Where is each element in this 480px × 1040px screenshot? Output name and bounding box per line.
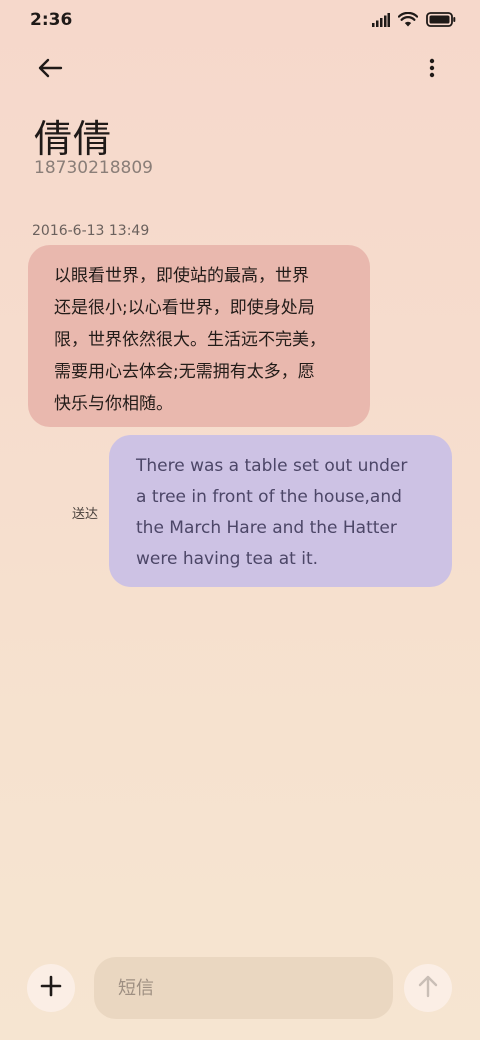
delivery-status: 送达 <box>72 507 99 522</box>
send-arrow-icon <box>417 974 439 1002</box>
outgoing-message-line: the March Hare and the Hatter <box>136 518 397 538</box>
battery-icon <box>426 12 456 27</box>
incoming-message-line: 以眼看世界，即使站的最高，世界 <box>54 266 309 286</box>
incoming-message-bubble[interactable]: 以眼看世界，即使站的最高，世界 还是很小;以心看世界，即使身处局 限，世界依然很… <box>28 245 370 427</box>
outgoing-message-line: a tree in front of the house,and <box>136 487 402 507</box>
message-input[interactable] <box>94 957 393 1019</box>
wifi-icon <box>398 12 418 27</box>
signal-icon <box>372 12 390 27</box>
more-options-button[interactable] <box>420 52 444 88</box>
outgoing-message-line: There was a table set out under <box>136 456 408 476</box>
more-vertical-icon <box>429 58 435 82</box>
status-time: 2:36 <box>30 10 73 30</box>
contact-number: 18730218809 <box>34 158 153 178</box>
contact-name: 倩倩 <box>34 117 113 161</box>
back-button[interactable] <box>26 52 74 88</box>
incoming-message-line: 需要用心去体会;无需拥有太多，愿 <box>54 362 315 382</box>
back-arrow-icon <box>37 58 63 82</box>
plus-icon <box>40 975 62 1001</box>
add-attachment-button[interactable] <box>27 964 75 1012</box>
status-bar: 2:36 <box>0 0 480 44</box>
incoming-message-line: 快乐与你相随。 <box>54 394 173 414</box>
incoming-message-line: 限，世界依然很大。生活远不完美， <box>54 330 326 350</box>
incoming-message-line: 还是很小;以心看世界，即使身处局 <box>54 298 315 318</box>
message-timestamp: 2016-6-13 13:49 <box>32 223 150 239</box>
outgoing-message-line: were having tea at it. <box>136 549 319 569</box>
status-icons <box>372 12 456 27</box>
outgoing-message-bubble[interactable]: There was a table set out under a tree i… <box>109 435 452 587</box>
send-button[interactable] <box>404 964 452 1012</box>
